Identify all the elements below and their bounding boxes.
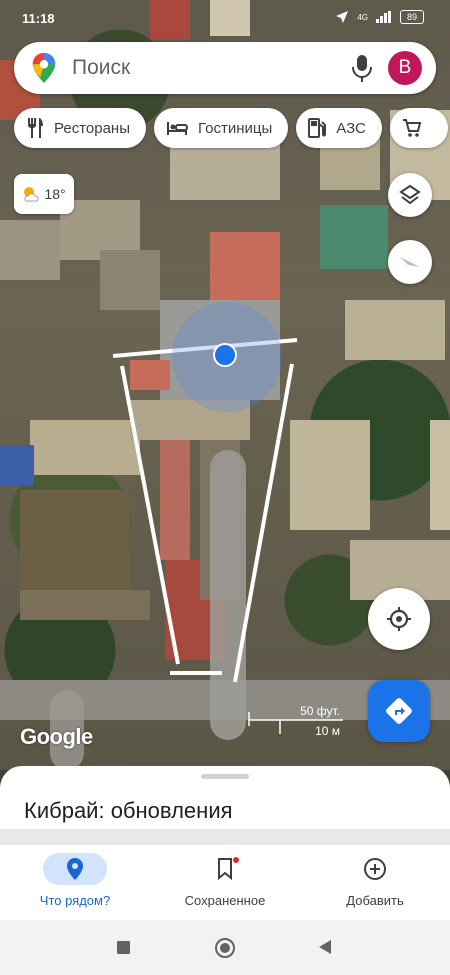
- tab-label: Сохраненное: [184, 893, 266, 908]
- current-location-dot: [213, 343, 237, 367]
- layers-button[interactable]: [388, 173, 432, 217]
- battery-indicator: 89: [400, 10, 424, 24]
- tab-saved[interactable]: Сохраненное: [150, 845, 300, 920]
- compass-icon: [400, 257, 420, 267]
- compass-button[interactable]: [388, 240, 432, 284]
- tab-icon-container: [343, 853, 407, 885]
- status-bar: 11:18 4G 89: [0, 0, 450, 36]
- back-icon[interactable]: [318, 939, 332, 955]
- tab-label: Что рядом?: [39, 893, 111, 908]
- google-attribution: Google: [20, 724, 93, 749]
- sheet-divider: [0, 829, 450, 845]
- map-scale: 50 фут. 10 м: [248, 704, 344, 738]
- tab-contribute[interactable]: Добавить: [300, 845, 450, 920]
- weather-chip[interactable]: 18°: [14, 174, 74, 214]
- chip-label: АЗС: [336, 119, 366, 137]
- directions-icon: [386, 698, 412, 724]
- recent-apps-button[interactable]: [117, 941, 130, 954]
- chip-gas-stations[interactable]: АЗС: [296, 108, 382, 148]
- partly-sunny-icon: [24, 187, 40, 202]
- home-button[interactable]: [215, 938, 235, 958]
- shopping-cart-icon: [402, 119, 422, 137]
- sheet-drag-handle[interactable]: [201, 774, 249, 779]
- tab-icon-container: [193, 853, 257, 885]
- scale-bar: [248, 712, 343, 734]
- account-avatar[interactable]: B: [388, 51, 422, 85]
- microphone-icon[interactable]: [350, 53, 374, 83]
- crosshair-icon: [387, 607, 411, 631]
- signal-icon: [376, 11, 391, 23]
- network-type: 4G: [357, 12, 368, 22]
- chip-hotels[interactable]: Гостиницы: [153, 108, 289, 148]
- tab-explore[interactable]: Что рядом?: [0, 845, 150, 920]
- gas-station-icon: [308, 118, 327, 138]
- my-location-button[interactable]: [368, 588, 430, 650]
- status-time: 11:18: [22, 11, 55, 26]
- chip-shopping[interactable]: [389, 108, 448, 148]
- google-maps-pin-icon: [32, 53, 56, 83]
- category-chips: Рестораны Гостиницы АЗС: [14, 108, 448, 148]
- add-circle-icon: [364, 858, 386, 880]
- bottom-navigation: Что рядом? Сохраненное Добавить: [0, 845, 450, 920]
- hotel-icon: [166, 122, 188, 135]
- sheet-title: Кибрай: обновления: [24, 798, 233, 823]
- notification-dot: [233, 857, 239, 863]
- layers-icon: [399, 184, 421, 205]
- home-icon: [220, 943, 230, 953]
- search-input[interactable]: Поиск: [72, 56, 350, 80]
- chip-restaurants[interactable]: Рестораны: [14, 108, 146, 148]
- chip-label: Гостиницы: [197, 119, 273, 137]
- restaurant-icon: [28, 118, 43, 138]
- tab-icon-container: [43, 853, 107, 885]
- weather-temperature: 18°: [44, 186, 66, 202]
- bookmark-icon: [218, 858, 232, 880]
- tab-label: Добавить: [346, 893, 404, 908]
- directions-button[interactable]: [368, 680, 430, 742]
- explore-pin-icon: [67, 858, 83, 880]
- chip-label: Рестораны: [54, 119, 130, 137]
- search-bar[interactable]: Поиск B: [14, 42, 436, 94]
- navigation-arrow-icon: [336, 11, 349, 23]
- system-navigation-bar: [0, 920, 450, 975]
